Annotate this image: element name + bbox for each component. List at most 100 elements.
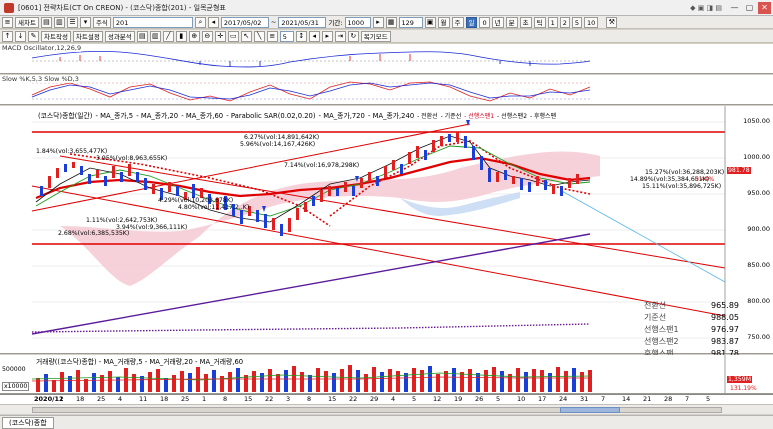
view-icon[interactable]: ▣ (424, 16, 436, 28)
fib-icon[interactable]: ≡ (266, 30, 278, 42)
new-chart-button[interactable]: 새차트 (15, 16, 39, 28)
grid-icon[interactable]: ▦ (385, 16, 397, 28)
tool-icon[interactable]: ⚒ (606, 16, 618, 28)
start-date-input[interactable]: 2017/05/02 (220, 16, 269, 28)
price-legend: (코스닥)종합(일간) - MA_종가,5 - MA_종가,20 - MA_종가… (38, 110, 557, 120)
volume-bar (524, 372, 528, 392)
settings-button[interactable]: 차트설정 (72, 30, 103, 42)
arrow-down-icon[interactable]: ↓ (15, 30, 26, 42)
multiplier-5-button[interactable]: 5 (571, 16, 582, 28)
window-title: [0601] 전략차트(CT On CREON) - (코스닥)종합(201) … (18, 3, 226, 12)
date-label: 5 (496, 395, 501, 403)
volume-legend-item: - MA_거래량,20 (142, 358, 193, 366)
code-input[interactable]: 201 (112, 16, 193, 28)
candle-icon[interactable]: ▥ (149, 30, 161, 42)
menu-icon[interactable]: ≡ (2, 16, 13, 28)
date-label: 8 (223, 395, 228, 403)
bar-count-input[interactable]: 5 (279, 30, 294, 42)
bar-icon[interactable]: ▮ (175, 30, 187, 42)
ichimoku-label: 전환선 (644, 301, 667, 310)
volume-bar (164, 378, 168, 392)
cursor-icon[interactable]: ↖ (240, 30, 252, 42)
volume-bar (388, 369, 392, 392)
volume-bar (188, 373, 192, 392)
volume-bar (316, 368, 320, 392)
count-input[interactable]: 129 (398, 16, 423, 28)
volume-legend-item: 거래량((코스닥)종합) (36, 358, 97, 366)
arrange-button[interactable]: 차트작성 (41, 30, 71, 42)
annotation-4: 3.95%(vol:8,963,655K) (96, 155, 168, 162)
crosshair-icon[interactable]: ✛ (214, 30, 226, 42)
volume-bar (500, 371, 504, 392)
line-icon[interactable]: ╱ (162, 30, 174, 42)
close-icon[interactable]: ✕ (758, 1, 771, 14)
apply-icon[interactable]: ▸ (372, 16, 384, 28)
ichimoku-label: 선행스팬1 (644, 325, 679, 334)
volume-bar (132, 374, 136, 392)
ichimoku-values: 전환선 965.89 기준선 988.05 선행스팬1 976.97 선행스팬2 983… (644, 300, 739, 360)
save-icon[interactable]: ▥ (53, 16, 65, 28)
chevron-down-icon[interactable]: ▾ (79, 16, 91, 28)
date-label: 4 (391, 395, 396, 403)
zoom-in-icon[interactable]: ⊕ (188, 30, 200, 42)
volume-bar (564, 371, 568, 392)
minimize-icon[interactable]: — (728, 2, 741, 14)
ruler-icon[interactable]: ▭ (227, 30, 239, 42)
end-icon[interactable]: ⇥ (334, 30, 346, 42)
volume-bar (492, 367, 496, 392)
arrow-up-icon[interactable]: ↑ (2, 30, 13, 42)
trendline-icon[interactable]: ╲ (253, 30, 265, 42)
volume-bar (324, 371, 328, 392)
volume-bar (204, 374, 208, 392)
period-minute-button[interactable]: 분 (505, 16, 518, 28)
legend-item: - MA_종가,60 (179, 112, 224, 120)
next-page-icon[interactable]: ▸ (321, 30, 333, 42)
end-date-input[interactable]: 2021/05/31 (278, 16, 327, 28)
ichimoku-row: 선행스팬2 983.87 (644, 336, 739, 348)
period-day-button[interactable]: 일 (465, 16, 478, 28)
scroll-thumb[interactable] (560, 407, 620, 413)
date-label: 1 (202, 395, 207, 403)
legend-item: - MA_종가,240 (365, 112, 415, 120)
period-input[interactable]: 1000 (344, 16, 371, 28)
date-label: 5 (706, 395, 711, 403)
legend-item: - 선행스팬2 (495, 113, 528, 120)
annotation-8: 15.11%(vol:35,896,725K) (642, 183, 722, 190)
prev-icon[interactable]: ◂ (207, 16, 219, 28)
date-label: 4 (118, 395, 123, 403)
volume-bar (108, 371, 112, 392)
refresh-icon[interactable]: ↻ (347, 30, 359, 42)
pin-icon[interactable]: ✎ (28, 30, 39, 42)
period-second-button[interactable]: 초 (519, 16, 532, 28)
stepper-icon[interactable]: ↕ (295, 30, 307, 42)
multiplier-1-button[interactable]: 1 (547, 16, 558, 28)
analysis-button[interactable]: 성과분석 (104, 30, 135, 42)
list-icon[interactable]: ☰ (66, 16, 78, 28)
period-tick-button[interactable]: 틱 (533, 16, 546, 28)
volume-bar (588, 370, 592, 392)
market-type-select[interactable]: 주식 (92, 16, 111, 28)
chart-tab[interactable]: (코스닥)종합 (2, 417, 54, 429)
date-label: 18 (76, 395, 85, 403)
date-separator: ~ (270, 18, 277, 26)
multiplier-2-button[interactable]: 2 (559, 16, 570, 28)
period-week-button[interactable]: 주 (451, 16, 464, 28)
volume-bar (148, 372, 152, 392)
open-icon[interactable]: ▤ (40, 16, 52, 28)
period-month-button[interactable]: 월 (437, 16, 450, 28)
legend-item: - MA_종가,20 (134, 112, 179, 120)
prev-page-icon[interactable]: ◂ (308, 30, 320, 42)
search-icon[interactable]: ⌕ (194, 16, 206, 28)
restore-mode-button[interactable]: 복기모드 (360, 30, 391, 42)
period-year-button[interactable]: 년 (491, 16, 504, 28)
y-tick: 750.00 (747, 333, 770, 341)
multiplier-10-button[interactable]: 10 (583, 16, 599, 28)
volume-bar (308, 375, 312, 392)
layout-icon[interactable]: ▤ (136, 30, 148, 42)
period-zero-button[interactable]: 0 (479, 16, 490, 28)
annotation-5: 7.14%(vol:16,978,298K) (284, 162, 360, 169)
volume-bar (140, 376, 144, 392)
zoom-out-icon[interactable]: ⊖ (201, 30, 213, 42)
maximize-icon[interactable]: ▢ (743, 2, 756, 14)
date-label: 3 (286, 395, 291, 403)
